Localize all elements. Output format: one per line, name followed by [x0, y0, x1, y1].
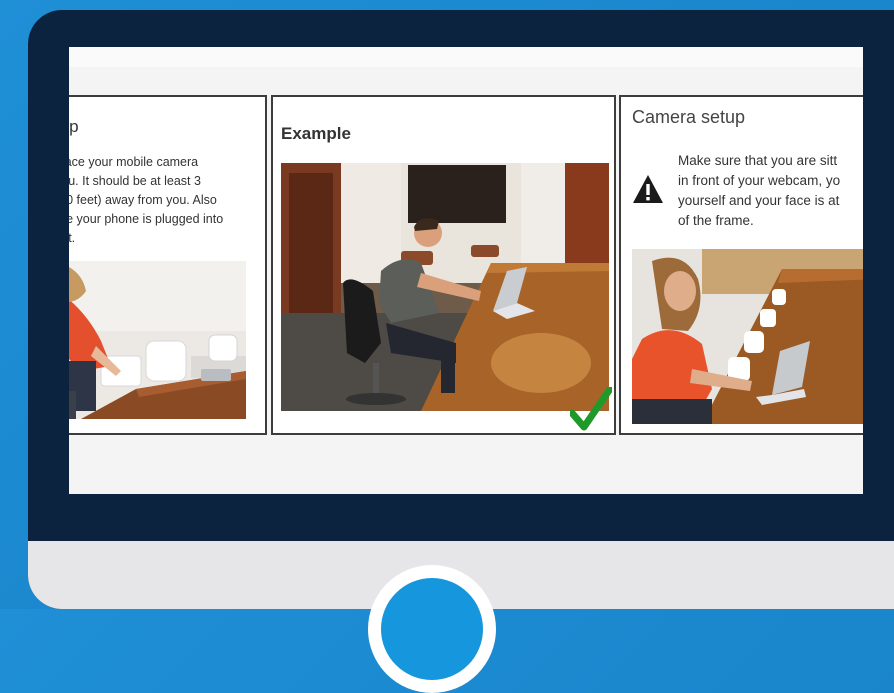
instruction-line: place your mobile camera [69, 155, 199, 169]
example-card: Example [271, 95, 616, 435]
checkmark-icon [570, 387, 612, 431]
card-instructions: Make sure that you are sitt in front of … [678, 151, 840, 231]
monitor-frame: tup place your mobile camera you. It sho… [28, 10, 894, 609]
screen-top-bar [69, 47, 863, 67]
card-title: tup [69, 117, 79, 136]
instruction-line: Make sure that you are sitt [678, 153, 838, 168]
warning-icon [633, 175, 663, 203]
screen: tup place your mobile camera you. It sho… [69, 47, 863, 494]
camera-setup-card: Camera setup Make sure that you are sitt… [619, 95, 863, 435]
photo-man-at-laptop [281, 163, 609, 411]
instruction-line: of the frame. [678, 213, 754, 228]
photo-woman-setting-up-phone [69, 261, 246, 419]
card-instructions: place your mobile camera you. It should … [69, 153, 223, 248]
instruction-line: (10 feet) away from you. Also [69, 193, 217, 207]
card-title: Example [281, 124, 351, 143]
instruction-line: yourself and your face is at [678, 193, 840, 208]
instruction-line: you. It should be at least 3 [69, 174, 201, 188]
home-button-inner[interactable] [381, 578, 483, 680]
instruction-line: ure your phone is plugged into [69, 212, 224, 226]
instruction-line: ket. [69, 231, 76, 245]
card-title: Camera setup [632, 107, 746, 127]
photo-woman-at-laptop [632, 249, 863, 424]
setup-card-left: tup place your mobile camera you. It sho… [69, 95, 267, 435]
instruction-line: in front of your webcam, yo [678, 173, 841, 188]
